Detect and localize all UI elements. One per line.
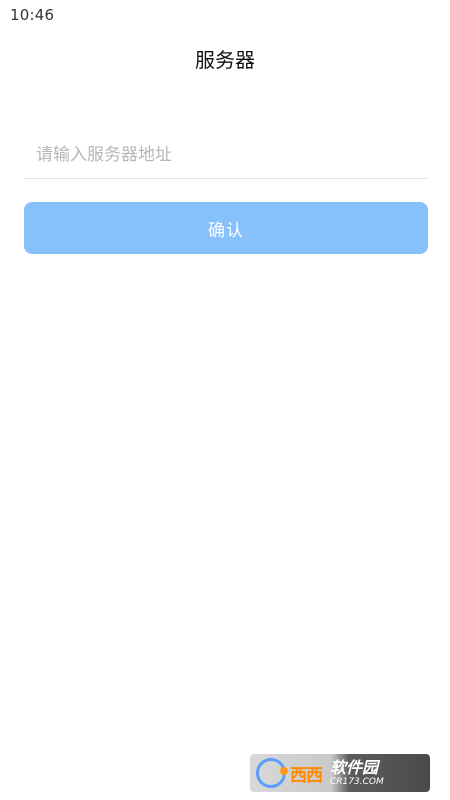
server-address-input[interactable] <box>24 132 428 178</box>
watermark-logo-text: 西西 <box>290 765 323 786</box>
watermark-title: 软件园 <box>330 757 379 777</box>
status-bar: 10:46 <box>0 0 450 30</box>
status-time: 10:46 <box>10 6 55 24</box>
watermark-url: CR173.COM <box>330 776 384 787</box>
server-address-field <box>24 132 428 179</box>
watermark-brand: 软件园 CR173.COM <box>330 757 384 787</box>
watermark-logo-icon <box>256 758 288 788</box>
page-title: 服务器 <box>195 48 255 72</box>
confirm-button[interactable]: 确认 <box>24 202 428 254</box>
watermark-logo: 西西 软件园 CR173.COM <box>250 754 430 792</box>
